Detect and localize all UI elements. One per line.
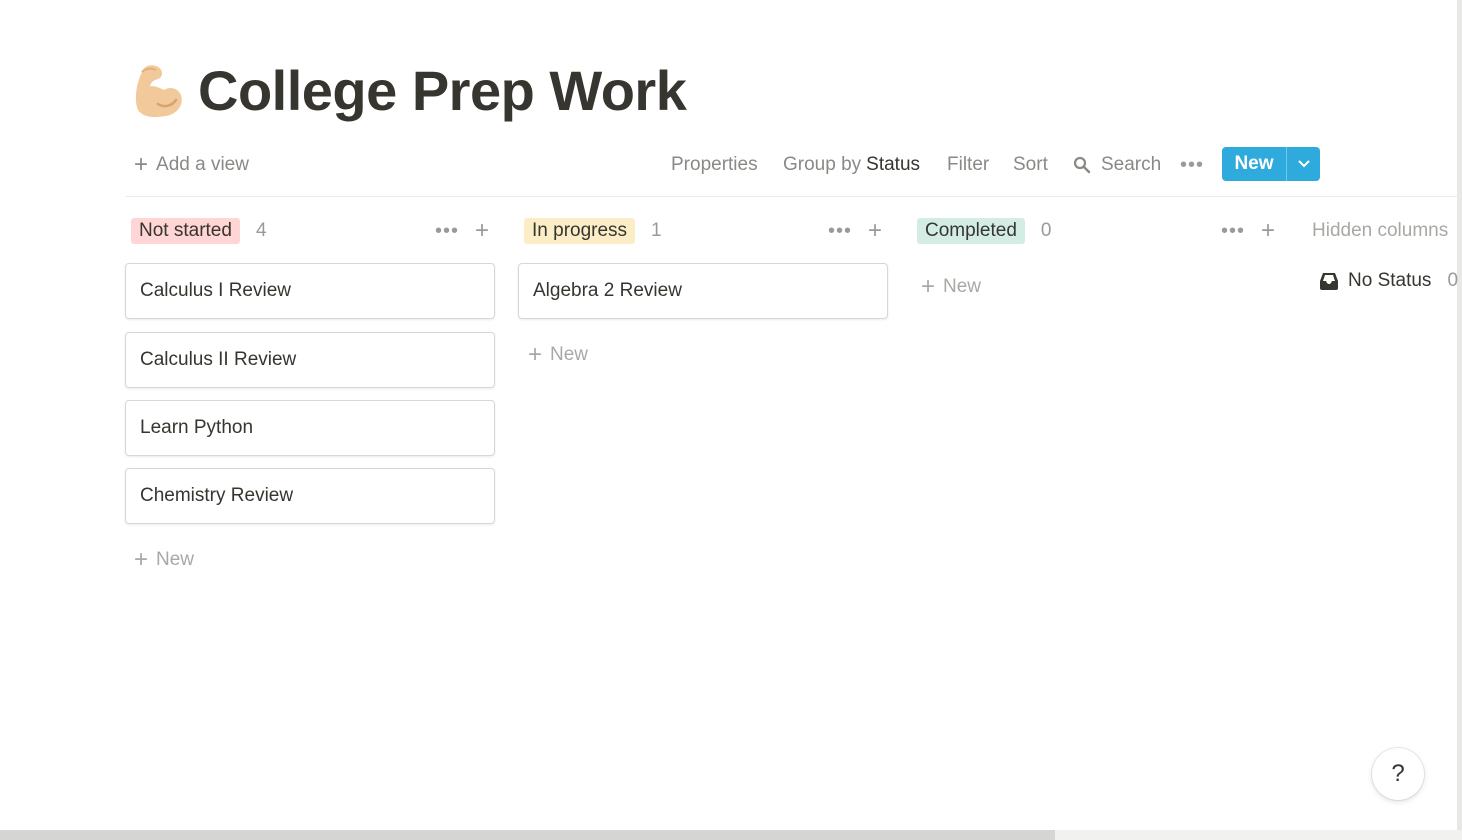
plus-icon[interactable]: + — [1261, 219, 1275, 243]
column-actions: ••• + — [1221, 218, 1275, 244]
board-card[interactable]: Calculus II Review — [125, 332, 495, 388]
group-by-value: Status — [866, 154, 921, 175]
properties-button[interactable]: Properties — [671, 152, 758, 178]
new-button-group: New — [1222, 147, 1320, 181]
plus-icon: + — [528, 341, 543, 368]
group-by-button[interactable]: Group by Status — [783, 152, 920, 178]
search-icon — [1073, 156, 1091, 174]
plus-icon: + — [134, 151, 149, 178]
more-icon[interactable]: ••• — [828, 221, 852, 241]
new-card-label: New — [550, 344, 589, 365]
page-header: College Prep Work — [132, 55, 687, 125]
status-tag-completed: Completed — [917, 218, 1025, 244]
new-card-button[interactable]: + New — [134, 547, 194, 573]
page-title[interactable]: College Prep Work — [198, 58, 687, 123]
new-dropdown-button[interactable] — [1287, 147, 1320, 181]
column-count: 1 — [651, 220, 662, 241]
status-tag-not-started: Not started — [131, 218, 240, 244]
no-status-label: No Status — [1348, 270, 1432, 291]
column-header-completed[interactable]: Completed 0 — [917, 218, 1051, 244]
add-view-label: Add a view — [156, 154, 249, 175]
new-card-button[interactable]: + New — [528, 342, 588, 368]
plus-icon[interactable]: + — [868, 219, 882, 243]
search-button[interactable]: Search — [1073, 152, 1161, 178]
new-button[interactable]: New — [1222, 147, 1286, 181]
new-card-label: New — [156, 549, 195, 570]
more-icon[interactable]: ••• — [1221, 221, 1245, 241]
add-view-button[interactable]: + Add a view — [134, 152, 249, 178]
status-tag-in-progress: In progress — [524, 218, 636, 244]
horizontal-scrollbar-thumb[interactable] — [0, 830, 1055, 840]
plus-icon: + — [921, 273, 936, 300]
toolbar-divider — [126, 196, 1460, 197]
flexed-biceps-icon — [135, 65, 182, 118]
new-card-button[interactable]: + New — [921, 274, 981, 300]
hidden-column-no-status[interactable]: No Status 0 — [1318, 268, 1458, 294]
plus-icon[interactable]: + — [475, 219, 489, 243]
board-card[interactable]: Calculus I Review — [125, 263, 495, 319]
board-card[interactable]: Learn Python — [125, 400, 495, 456]
column-actions: ••• + — [435, 218, 489, 244]
search-label: Search — [1101, 154, 1162, 175]
plus-icon: + — [134, 546, 149, 573]
hidden-columns-heading: Hidden columns — [1312, 220, 1449, 241]
board-card[interactable]: Chemistry Review — [125, 468, 495, 524]
window-edge — [1457, 0, 1462, 830]
sort-button[interactable]: Sort — [1013, 152, 1048, 178]
column-count: 0 — [1040, 220, 1052, 241]
no-status-count: 0 — [1447, 270, 1459, 291]
filter-button[interactable]: Filter — [947, 152, 989, 178]
column-actions: ••• + — [828, 218, 882, 244]
column-header-in-progress[interactable]: In progress 1 — [524, 218, 662, 244]
group-by-label: Group by — [783, 154, 862, 175]
inbox-icon — [1320, 273, 1338, 290]
column-header-not-started[interactable]: Not started 4 — [131, 218, 267, 244]
new-card-label: New — [943, 276, 982, 297]
more-icon: ••• — [1180, 154, 1205, 176]
board-card[interactable]: Algebra 2 Review — [518, 263, 888, 319]
more-icon[interactable]: ••• — [435, 221, 459, 241]
column-count: 4 — [255, 220, 267, 241]
more-options-button[interactable]: ••• — [1180, 152, 1204, 178]
chevron-down-icon — [1297, 160, 1310, 168]
help-button[interactable]: ? — [1372, 748, 1424, 800]
